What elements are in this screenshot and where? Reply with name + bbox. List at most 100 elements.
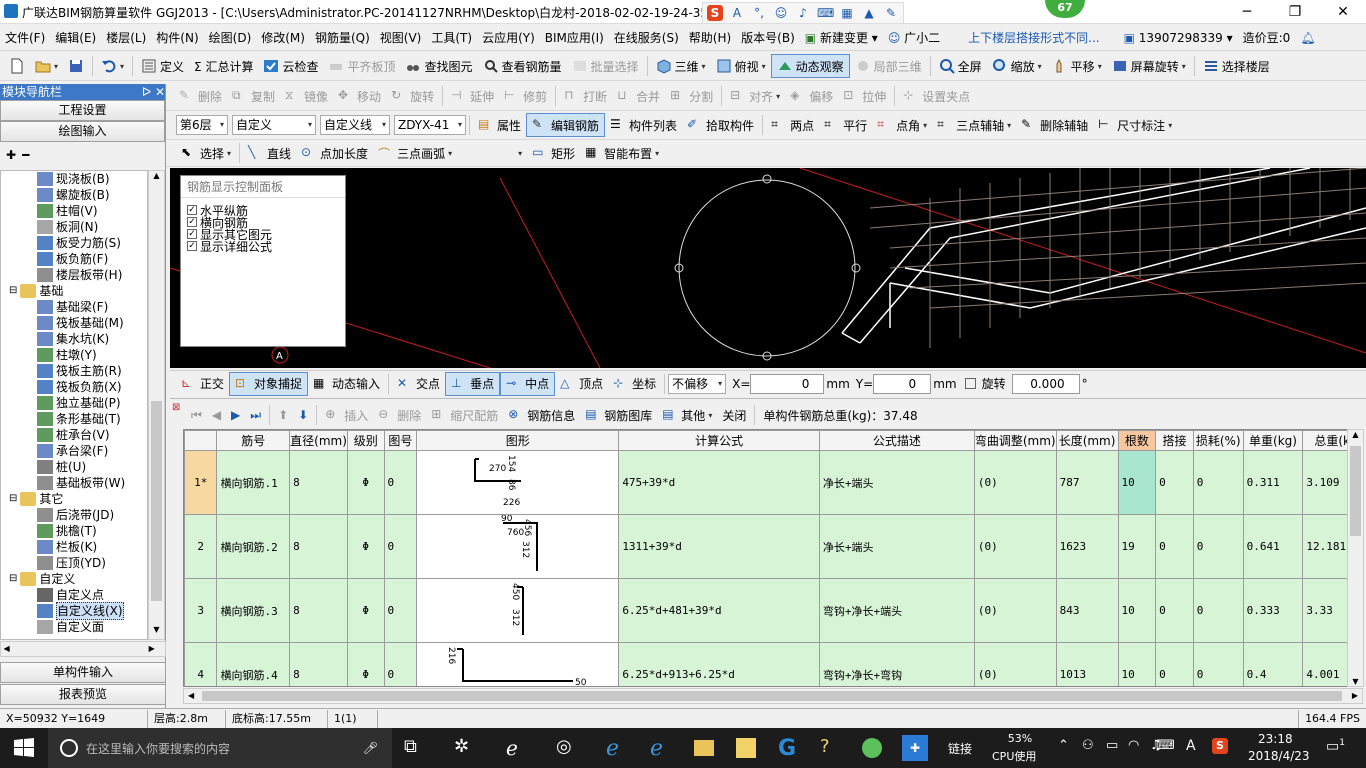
- delete-button[interactable]: ✎ 删除: [174, 84, 227, 108]
- ime-lang-icon[interactable]: A: [729, 5, 745, 21]
- type-select[interactable]: 自定义 ▾: [232, 115, 316, 135]
- tree-item[interactable]: 现浇板(B): [1, 171, 147, 187]
- mic-search-icon[interactable]: 🎤︎: [363, 741, 378, 755]
- length-cell[interactable]: 1623: [1055, 514, 1119, 579]
- ortho-button[interactable]: ⊾ 正交: [176, 372, 229, 396]
- undo-button[interactable]: ▾: [96, 54, 129, 78]
- shape-cell[interactable]: 760 312 456 90: [416, 514, 620, 579]
- unit-weight-cell[interactable]: 0.641: [1242, 514, 1304, 579]
- keyboard-tray-icon[interactable]: ⌨: [1156, 738, 1175, 753]
- col-formula[interactable]: 计算公式: [618, 430, 820, 451]
- rotate-input[interactable]: 0.000: [1011, 373, 1080, 394]
- bend-adjust-cell[interactable]: (0): [973, 514, 1057, 579]
- tree-item[interactable]: 筏板主筋(R): [1, 363, 147, 379]
- bar-no-cell[interactable]: 横向钢筋.3: [216, 578, 291, 643]
- perpendicular-button[interactable]: ⊥ 垂点: [445, 371, 501, 396]
- unit-weight-cell[interactable]: 0.311: [1242, 450, 1304, 515]
- collapse-all-icon[interactable]: ━: [22, 148, 29, 162]
- cloud-check-button[interactable]: 云检查: [258, 54, 323, 78]
- set-grip-button[interactable]: ⊹ 设置夹点: [898, 84, 975, 108]
- active-app-icon[interactable]: ✚: [902, 735, 928, 761]
- screen-rotate-button[interactable]: 屏幕旋转 ▾: [1107, 54, 1191, 78]
- menu-file[interactable]: 文件(F): [0, 25, 50, 51]
- parallel-button[interactable]: ⌗ 平行: [819, 113, 872, 137]
- fan-app-icon[interactable]: ✲: [454, 736, 478, 760]
- col-unit-weight[interactable]: 单重(kg): [1242, 430, 1304, 451]
- figure-no-cell[interactable]: 0: [383, 450, 418, 515]
- tree-item[interactable]: 基础板带(W): [1, 475, 147, 491]
- shape-cell[interactable]: 270 86 154 226: [416, 450, 620, 515]
- intersection-button[interactable]: ✕ 交点: [392, 372, 445, 396]
- other-button[interactable]: ▤ 其他 ▾: [657, 403, 717, 427]
- bar-no-cell[interactable]: 横向钢筋.4: [216, 642, 291, 686]
- tree-item[interactable]: 板洞(N): [1, 219, 147, 235]
- bar-no-cell[interactable]: 横向钢筋.1: [216, 450, 291, 515]
- sogou-tray-icon[interactable]: S: [1212, 738, 1228, 754]
- local-3d-button[interactable]: 局部三维: [850, 54, 927, 78]
- grade-cell[interactable]: Φ: [346, 642, 385, 686]
- summary-calc-button[interactable]: Σ 汇总计算: [189, 54, 258, 78]
- count-cell[interactable]: 10: [1117, 578, 1157, 643]
- row-index-cell[interactable]: 1*: [184, 450, 218, 515]
- arc-options-dropdown[interactable]: ▾: [457, 141, 527, 165]
- glodon-app-icon[interactable]: G: [778, 736, 802, 761]
- windows-start-icon[interactable]: [12, 736, 36, 760]
- punct-icon[interactable]: °,: [751, 5, 767, 21]
- menu-bim[interactable]: BIM应用(I): [540, 25, 609, 51]
- link-label[interactable]: 链接: [948, 740, 972, 757]
- close-grid-button[interactable]: 关闭: [717, 403, 751, 427]
- tree-item[interactable]: 压顶(YD): [1, 555, 147, 571]
- tree-item[interactable]: 自定义线(X): [1, 602, 147, 620]
- tree-item[interactable]: 筏板基础(M): [1, 315, 147, 331]
- menu-floor[interactable]: 楼层(L): [101, 25, 151, 51]
- file-explorer-icon[interactable]: [694, 740, 714, 756]
- col-loss[interactable]: 损耗(%): [1192, 430, 1244, 451]
- top-view-button[interactable]: 俯视 ▾: [711, 54, 771, 78]
- define-button[interactable]: 定义: [136, 54, 189, 78]
- tools-icon[interactable]: ✎: [883, 5, 899, 21]
- col-formula-desc[interactable]: 公式描述: [818, 430, 975, 451]
- select-tool-button[interactable]: ⬉ 选择 ▾: [176, 141, 236, 165]
- grid-hscroll[interactable]: ◀ ▶: [183, 688, 1363, 704]
- keyboard-icon[interactable]: ⌨: [817, 5, 834, 21]
- col-count[interactable]: 根数: [1117, 430, 1157, 451]
- cost-beans[interactable]: 造价豆:0: [1238, 25, 1296, 51]
- delete-row-button[interactable]: ⊖ 删除: [373, 403, 426, 427]
- tree-item[interactable]: 柱墩(Y): [1, 347, 147, 363]
- project-settings-button[interactable]: 工程设置: [0, 100, 165, 121]
- people-icon[interactable]: ⚇: [1082, 738, 1094, 753]
- fullscreen-button[interactable]: 全屏: [934, 54, 987, 78]
- coordinate-button[interactable]: ⊹ 坐标: [608, 372, 661, 396]
- user-account[interactable]: ▣ 13907298339 ▾: [1119, 25, 1238, 51]
- copy-button[interactable]: ⧉ 复制: [227, 84, 280, 108]
- rotate-checkbox[interactable]: [964, 378, 976, 389]
- count-cell[interactable]: 10: [1117, 450, 1157, 515]
- menu-version[interactable]: 版本号(B): [736, 25, 800, 51]
- col-diameter[interactable]: 直径(mm): [289, 430, 348, 451]
- three-point-axis-button[interactable]: ⌗ 三点辅轴 ▾: [932, 113, 1016, 137]
- col-figure-no[interactable]: 图号: [383, 430, 418, 451]
- bar-no-cell[interactable]: 横向钢筋.2: [216, 514, 291, 579]
- clock-time[interactable]: 23:18: [1258, 732, 1293, 746]
- tree-item[interactable]: 栏板(K): [1, 539, 147, 555]
- tree-item[interactable]: 楼层板带(H): [1, 267, 147, 283]
- offset-mode-select[interactable]: 不偏移 ▾: [668, 373, 727, 394]
- row-index-cell[interactable]: 3: [184, 578, 218, 643]
- formula-desc-cell[interactable]: 弯钩+净长+端头: [818, 578, 975, 643]
- flush-slab-top-button[interactable]: 平齐板顶: [323, 54, 400, 78]
- two-point-button[interactable]: ⌗ 两点: [766, 113, 819, 137]
- tree-item[interactable]: 承台梁(F): [1, 443, 147, 459]
- lap-cell[interactable]: 0: [1155, 642, 1194, 686]
- figure-no-cell[interactable]: 0: [383, 514, 418, 579]
- component-tree[interactable]: 现浇板(B) 螺旋板(B) 柱帽(V) 板洞(N) 板受力筋(S) 板负筋(F) 楼层板带(…: [0, 170, 148, 640]
- break-button[interactable]: ⊓ 打断: [559, 84, 612, 108]
- tree-item[interactable]: 板受力筋(S): [1, 235, 147, 251]
- loss-cell[interactable]: 0: [1192, 642, 1244, 686]
- extend-button[interactable]: ⊣ 延伸: [446, 84, 499, 108]
- point-length-button[interactable]: ⊙ 点加长度: [296, 141, 373, 165]
- length-cell[interactable]: 843: [1055, 578, 1119, 643]
- help-app-icon[interactable]: ?: [820, 736, 844, 760]
- wifi-icon[interactable]: ◠: [1128, 738, 1139, 753]
- taskbar-search[interactable]: 在这里输入你要搜索的内容 🎤︎: [48, 728, 392, 768]
- midpoint-button[interactable]: ⊸ 中点: [500, 371, 556, 396]
